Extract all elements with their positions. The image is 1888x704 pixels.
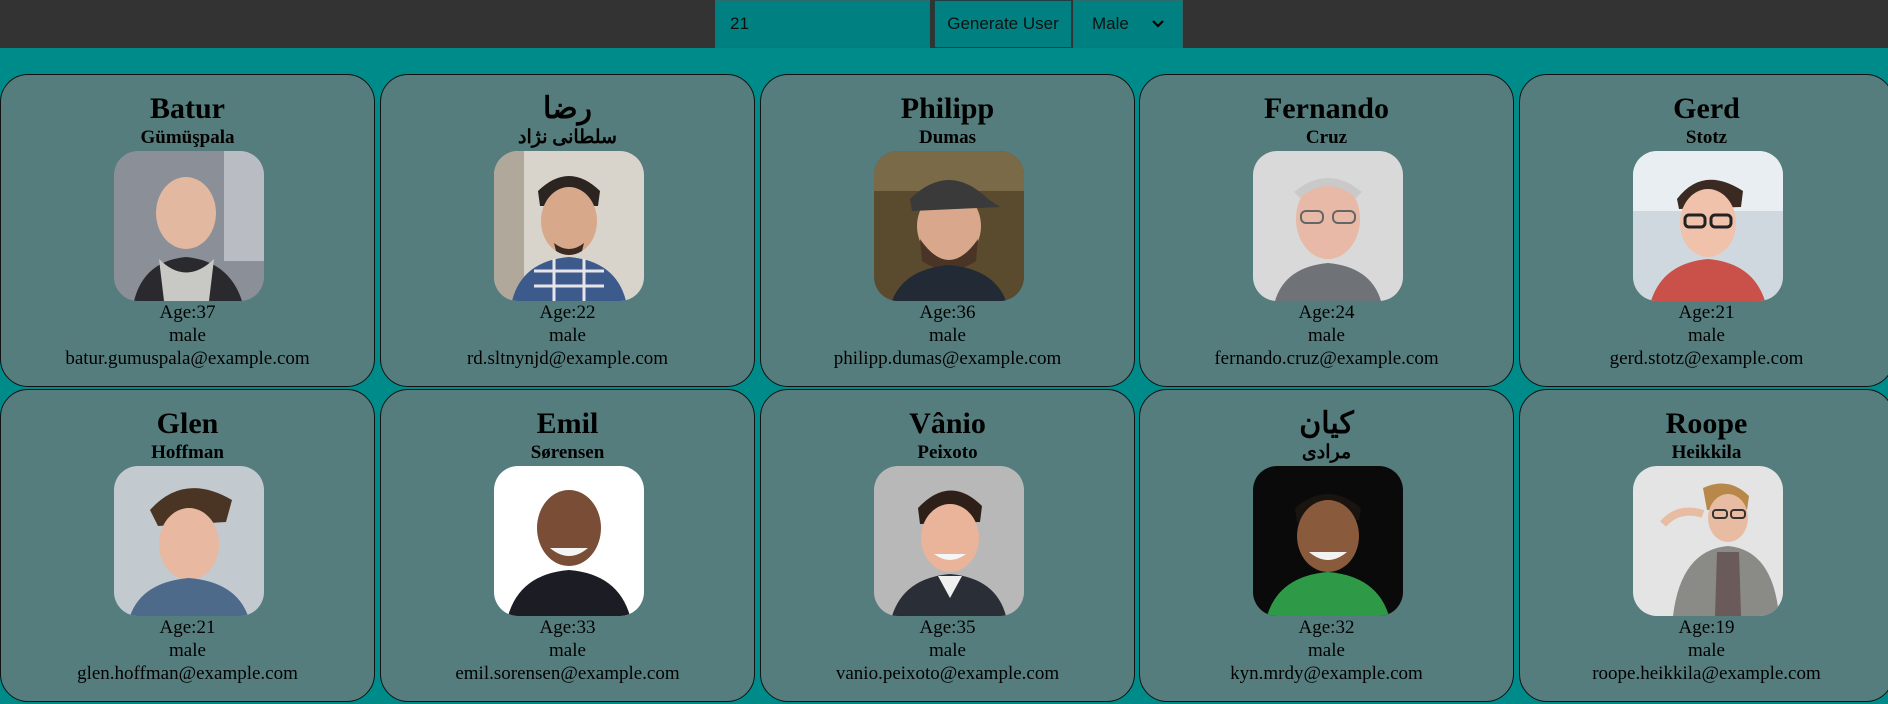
user-email: rd.sltnynjd@example.com [466, 348, 669, 369]
user-gender: male [1308, 640, 1345, 661]
user-age: Age:37 [159, 302, 216, 323]
user-avatar [1633, 466, 1783, 616]
user-age: Age:35 [919, 617, 976, 638]
user-first-name: Emil [536, 407, 599, 440]
user-avatar [874, 466, 1024, 616]
user-avatar [494, 466, 644, 616]
user-last-name: Sørensen [530, 442, 605, 463]
user-gender: male [169, 325, 206, 346]
user-email: roope.heikkila@example.com [1592, 663, 1821, 684]
user-last-name: Heikkila [1671, 442, 1742, 463]
user-age: Age:33 [539, 617, 596, 638]
user-age: Age:21 [159, 617, 216, 638]
user-avatar [114, 151, 264, 301]
user-email: glen.hoffman@example.com [77, 663, 298, 684]
user-gender: male [1688, 640, 1725, 661]
user-card: کیان مرادی Age:32 male kyn.mrdy@example.… [1139, 389, 1514, 702]
user-age: Age:21 [1678, 302, 1735, 323]
user-card: Glen Hoffman Age:21 male glen.hoffman@ex… [0, 389, 375, 702]
user-gender: male [1688, 325, 1725, 346]
user-first-name: Fernando [1263, 92, 1389, 125]
user-first-name: Vânio [909, 407, 986, 440]
user-first-name: Gerd [1673, 92, 1740, 125]
user-count-input[interactable] [715, 0, 930, 48]
user-last-name: Gümüşpala [140, 127, 235, 148]
user-email: kyn.mrdy@example.com [1230, 663, 1423, 684]
user-avatar [114, 466, 264, 616]
user-card: Fernando Cruz Age:24 male fernando.cruz@… [1139, 74, 1514, 387]
top-toolbar: Generate User Male [0, 0, 1888, 48]
user-avatar [1253, 151, 1403, 301]
user-avatar [874, 151, 1024, 301]
gender-select-value: Male [1092, 14, 1129, 33]
user-first-name: Glen [156, 407, 219, 440]
user-last-name: Cruz [1305, 127, 1348, 148]
user-first-name: Philipp [900, 92, 995, 125]
user-last-name: Stotz [1685, 127, 1728, 148]
user-email: batur.gumuspala@example.com [65, 348, 310, 369]
user-email: emil.sorensen@example.com [455, 663, 680, 684]
generate-user-button[interactable]: Generate User [934, 0, 1072, 48]
user-last-name: Dumas [918, 127, 976, 148]
user-email: vanio.peixoto@example.com [835, 663, 1060, 684]
user-age: Age:36 [919, 302, 976, 323]
user-card: رضا سلطانی نژاد Age:22 male rd.sltnynjd@… [380, 74, 755, 387]
user-age: Age:22 [539, 302, 596, 323]
user-gender: male [549, 325, 586, 346]
user-avatar [1253, 466, 1403, 616]
user-gender: male [169, 640, 206, 661]
user-email: fernando.cruz@example.com [1214, 348, 1439, 369]
user-last-name: مرادی [1301, 442, 1352, 463]
user-email: gerd.stotz@example.com [1609, 348, 1804, 369]
user-last-name: Hoffman [151, 442, 224, 463]
user-gender: male [1308, 325, 1345, 346]
user-age: Age:19 [1678, 617, 1735, 638]
user-first-name: کیان [1299, 407, 1354, 440]
gender-select[interactable]: Male [1073, 0, 1183, 48]
user-gender: male [929, 325, 966, 346]
user-card: Vânio Peixoto Age:35 male vanio.peixoto@… [760, 389, 1135, 702]
user-card: Batur Gümüşpala Age:37 male batur.gumusp… [0, 74, 375, 387]
user-card: Gerd Stotz Age:21 male gerd.stotz@exampl… [1519, 74, 1888, 387]
user-card: Philipp Dumas Age:36 male philipp.dumas@… [760, 74, 1135, 387]
user-avatar [1633, 151, 1783, 301]
user-first-name: Roope [1665, 407, 1748, 440]
user-first-name: رضا [542, 92, 593, 125]
user-age: Age:32 [1298, 617, 1355, 638]
user-gender: male [929, 640, 966, 661]
user-first-name: Batur [150, 92, 225, 125]
user-avatar [494, 151, 644, 301]
user-last-name: Peixoto [917, 442, 978, 463]
chevron-down-icon [1152, 20, 1164, 28]
user-card: Roope Heikkila Age:19 male roope.heikkil… [1519, 389, 1888, 702]
user-age: Age:24 [1298, 302, 1355, 323]
user-card: Emil Sørensen Age:33 male emil.sorensen@… [380, 389, 755, 702]
user-email: philipp.dumas@example.com [833, 348, 1062, 369]
user-last-name: سلطانی نژاد [518, 127, 617, 148]
user-gender: male [549, 640, 586, 661]
